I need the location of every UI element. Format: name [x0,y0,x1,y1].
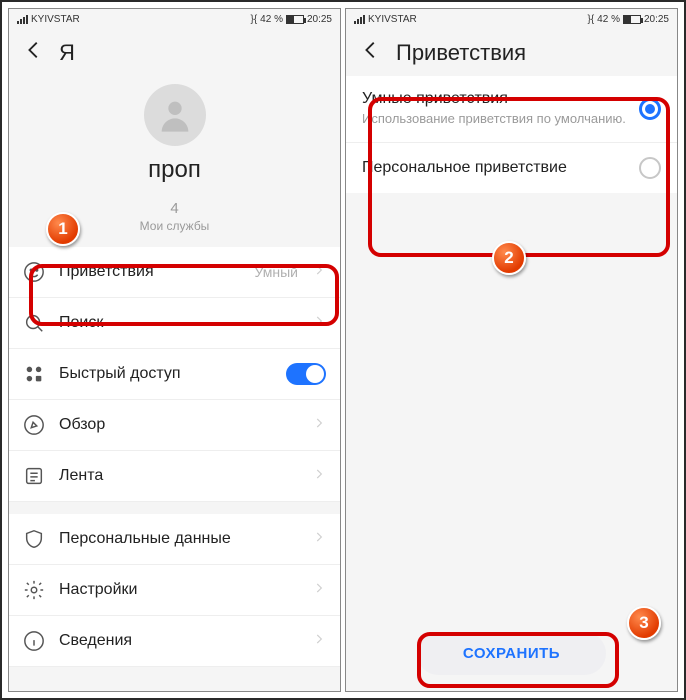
back-icon[interactable] [23,39,45,66]
row-label: Быстрый доступ [59,365,272,383]
row-settings[interactable]: Настройки [9,565,340,616]
option-title: Умные приветствия [362,90,629,108]
step-badge: 3 [627,606,661,640]
battery-pct-label: 42 % [260,14,283,25]
grid-icon [23,363,45,385]
chevron-right-icon [312,416,326,435]
battery-icon [623,15,641,24]
status-bar: KYIVSTAR }{ 42 % 20:25 [9,9,340,29]
row-label: Приветствия [59,263,240,281]
row-quick-access[interactable]: Быстрый доступ [9,349,340,400]
status-bar: KYIVSTAR }{ 42 % 20:25 [346,9,677,29]
search-icon [23,312,45,334]
save-button[interactable]: СОХРАНИТЬ [417,632,606,675]
radio-unselected[interactable] [639,157,661,179]
battery-pct-label: 42 % [597,14,620,25]
compass-icon [23,414,45,436]
row-label: Лента [59,467,298,485]
row-personal-data[interactable]: Персональные данные [9,514,340,565]
info-icon [23,630,45,652]
option-subtitle: Использование приветствия по умолчанию. [362,111,629,128]
carrier-label: KYIVSTAR [368,14,417,25]
step-badge: 2 [492,241,526,275]
option-title: Персональное приветствие [362,159,629,177]
feed-icon [23,465,45,487]
option-smart-greetings[interactable]: Умные приветствия Использование приветст… [346,76,677,143]
row-browse[interactable]: Обзор [9,400,340,451]
row-label: Поиск [59,314,298,332]
carrier-label: KYIVSTAR [31,14,80,25]
profile-name: проп [148,156,201,184]
smiley-icon [23,261,45,283]
row-label: Сведения [59,632,298,650]
services-count: 4 [170,200,178,217]
row-feed[interactable]: Лента [9,451,340,502]
row-label: Персональные данные [59,530,298,548]
gear-icon [23,579,45,601]
row-greetings[interactable]: Приветствия Умный [9,247,340,298]
clock-label: 20:25 [644,14,669,25]
row-label: Обзор [59,416,298,434]
chevron-right-icon [312,314,326,333]
row-label: Настройки [59,581,298,599]
app-header: Я [9,29,340,76]
greetings-screen: KYIVSTAR }{ 42 % 20:25 Приветствия Умные… [345,8,678,692]
page-title: Я [59,40,75,66]
chevron-right-icon [312,530,326,549]
vibrate-icon: }{ [250,14,257,25]
app-header: Приветствия [346,29,677,76]
step-badge: 1 [46,212,80,246]
avatar[interactable] [144,84,206,146]
clock-label: 20:25 [307,14,332,25]
row-search[interactable]: Поиск [9,298,340,349]
battery-icon [286,15,304,24]
chevron-right-icon [312,467,326,486]
profile-screen: KYIVSTAR }{ 42 % 20:25 Я проп 4 Мои служ… [8,8,341,692]
row-value: Умный [254,264,298,280]
quick-access-toggle[interactable] [286,363,326,385]
chevron-right-icon [312,263,326,282]
settings-list: Приветствия Умный Поиск Быстрый доступ [9,247,340,667]
row-about[interactable]: Сведения [9,616,340,667]
option-personal-greeting[interactable]: Персональное приветствие [346,143,677,193]
chevron-right-icon [312,581,326,600]
greeting-options: Умные приветствия Использование приветст… [346,76,677,193]
shield-icon [23,528,45,550]
services-label: Мои службы [140,219,210,233]
page-title: Приветствия [396,40,526,66]
vibrate-icon: }{ [587,14,594,25]
chevron-right-icon [312,632,326,651]
radio-selected[interactable] [639,98,661,120]
back-icon[interactable] [360,39,382,66]
